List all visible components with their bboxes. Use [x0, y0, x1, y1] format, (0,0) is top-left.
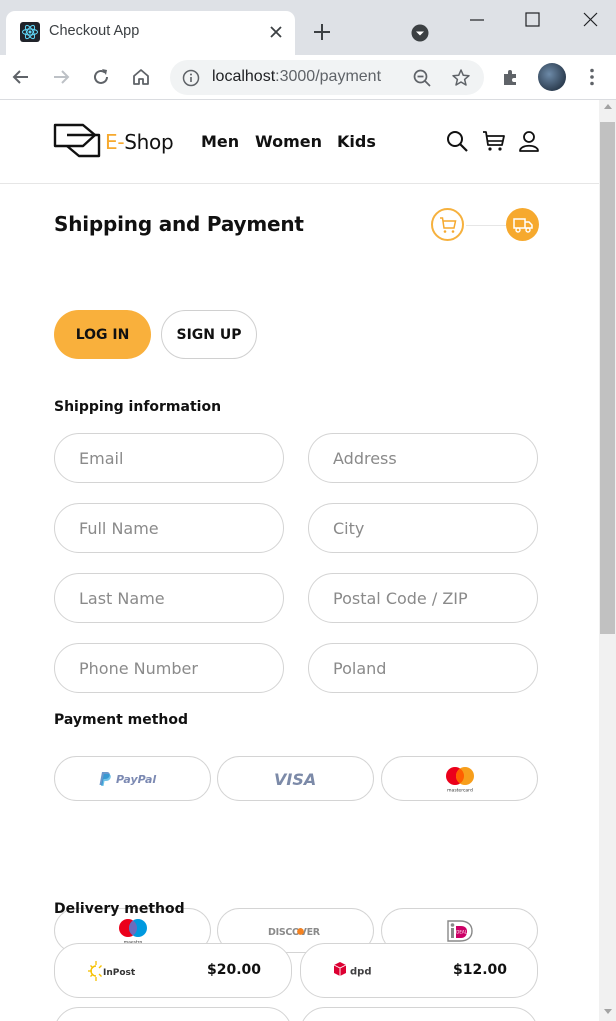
scroll-up-arrow[interactable] — [603, 104, 612, 109]
extensions-icon[interactable] — [500, 66, 522, 88]
browser-tab-strip: Checkout App — [0, 0, 616, 55]
browser-toolbar: localhost:3000/payment — [0, 55, 616, 100]
site-info-icon[interactable] — [182, 69, 200, 87]
last-name-field[interactable] — [54, 573, 284, 623]
shop-logo-icon[interactable] — [53, 122, 101, 160]
delivery-option-partial[interactable] — [300, 1007, 538, 1021]
ideal-logo-icon: iDEAL — [446, 919, 473, 942]
forward-icon[interactable] — [50, 66, 72, 88]
react-icon — [20, 22, 40, 42]
step-delivery — [506, 208, 539, 241]
tab-search-icon[interactable] — [411, 24, 429, 42]
delivery-option-inpost[interactable]: InPost $20.00 — [54, 943, 292, 998]
scroll-down-arrow[interactable] — [603, 1009, 612, 1014]
visa-logo-icon: VISA — [274, 770, 316, 789]
visa-logo-text: VISA — [274, 770, 316, 789]
back-icon[interactable] — [10, 66, 32, 88]
page-viewport: E-Shop Men Women Kids Shipping and Payme… — [0, 100, 599, 1021]
profile-avatar[interactable] — [538, 63, 566, 91]
zoom-icon[interactable] — [412, 68, 432, 88]
bookmark-star-icon[interactable] — [451, 68, 471, 88]
inpost-price: $20.00 — [206, 962, 261, 978]
nav-link-men[interactable]: Men — [201, 132, 239, 151]
maximize-icon[interactable] — [525, 12, 540, 27]
nav-link-kids[interactable]: Kids — [337, 132, 376, 151]
user-icon[interactable] — [517, 129, 541, 153]
window-close-icon[interactable] — [583, 12, 598, 27]
new-tab-icon[interactable] — [311, 21, 333, 43]
cart-step-icon — [440, 217, 457, 233]
inpost-logo-icon: InPost — [88, 961, 136, 981]
cart-icon[interactable] — [482, 129, 506, 153]
scroll-thumb[interactable] — [600, 122, 615, 634]
address-bar[interactable]: localhost:3000/payment — [170, 60, 484, 95]
phone-field[interactable] — [54, 643, 284, 693]
reload-icon[interactable] — [90, 66, 112, 88]
payment-option-visa[interactable]: VISA — [217, 756, 374, 801]
full-name-field[interactable] — [54, 503, 284, 553]
payment-option-paypal[interactable]: PayPal — [54, 756, 211, 801]
url-path: :3000/payment — [275, 68, 382, 85]
site-navbar: E-Shop Men Women Kids — [0, 100, 599, 184]
shipping-heading: Shipping information — [54, 399, 222, 415]
minimize-icon[interactable] — [469, 13, 485, 27]
ideal-logo-text: iDEAL — [455, 929, 467, 934]
dpd-logo-icon: dpd — [333, 962, 371, 978]
url-text: localhost:3000/payment — [212, 68, 381, 86]
paypal-logo-text: PayPal — [116, 773, 156, 786]
page-scrollbar[interactable] — [599, 100, 616, 1021]
inpost-logo-text: InPost — [103, 968, 136, 978]
delivery-option-partial[interactable] — [54, 1007, 292, 1021]
discover-logo-icon: DISCOVER — [268, 927, 321, 938]
mastercard-logo-text: mastercard — [447, 787, 473, 793]
signup-button[interactable]: SIGN UP — [161, 310, 257, 359]
step-connector — [466, 225, 506, 226]
email-field[interactable] — [54, 433, 284, 483]
close-tab-icon[interactable] — [268, 24, 284, 40]
shop-logo-text[interactable]: E-Shop — [105, 130, 174, 154]
tab-title: Checkout App — [49, 23, 140, 39]
page-title: Shipping and Payment — [54, 212, 304, 236]
browser-tab[interactable]: Checkout App — [6, 11, 295, 55]
country-field[interactable] — [308, 643, 538, 693]
paypal-logo-icon: PayPal — [99, 771, 156, 786]
home-icon[interactable] — [130, 66, 152, 88]
login-button[interactable]: LOG IN — [54, 310, 151, 359]
truck-icon — [513, 218, 533, 233]
nav-link-women[interactable]: Women — [255, 132, 322, 151]
postal-code-field[interactable] — [308, 573, 538, 623]
search-icon[interactable] — [445, 129, 469, 153]
dpd-price: $12.00 — [452, 962, 507, 978]
city-field[interactable] — [308, 503, 538, 553]
address-field[interactable] — [308, 433, 538, 483]
more-menu-icon[interactable] — [581, 66, 603, 88]
step-cart — [431, 208, 464, 241]
payment-heading: Payment method — [54, 712, 189, 728]
payment-option-mastercard[interactable]: mastercard — [381, 756, 538, 801]
maestro-logo-icon: maestro — [118, 918, 147, 945]
url-host: localhost — [212, 68, 276, 85]
mastercard-logo-icon: mastercard — [445, 766, 474, 793]
delivery-option-dpd[interactable]: dpd $12.00 — [300, 943, 538, 998]
logo-prefix: E- — [105, 130, 125, 154]
logo-suffix: Shop — [124, 130, 174, 154]
delivery-heading: Delivery method — [54, 901, 185, 917]
discover-logo-text: DISCOVER — [268, 927, 321, 938]
dpd-logo-text: dpd — [350, 967, 371, 978]
